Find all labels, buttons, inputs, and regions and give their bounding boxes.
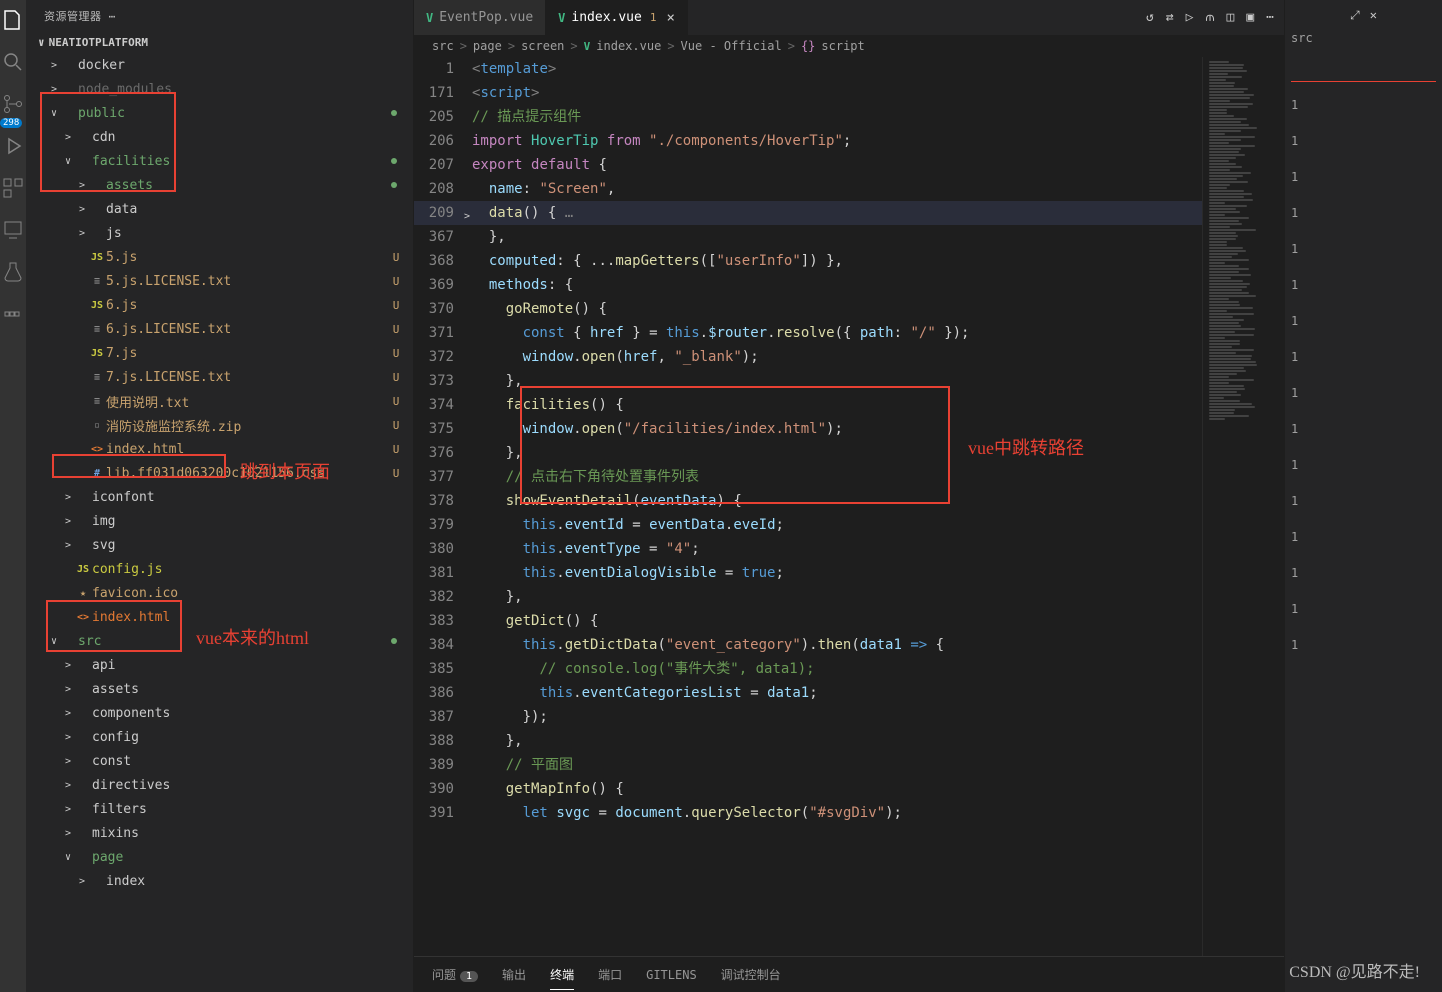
compare-icon[interactable]: ⇄ (1166, 10, 1174, 25)
tree-item[interactable]: ∨page (26, 845, 413, 869)
run-icon[interactable]: ▷ (1186, 10, 1194, 25)
tree-item[interactable]: ∨facilities (26, 149, 413, 173)
activity-bar (0, 0, 26, 992)
project-root[interactable]: ∨ NEATIOTPLATFORM (26, 32, 413, 53)
tree-item[interactable]: >api (26, 653, 413, 677)
tree-item[interactable]: >data (26, 197, 413, 221)
vue-icon: V (558, 11, 565, 25)
panel-tab[interactable]: 终端 (550, 960, 574, 990)
tree-item[interactable]: >iconfont (26, 485, 413, 509)
search-icon[interactable] (1, 50, 25, 74)
code-editor[interactable]: 1<template>171<script>205// 描点提示组件206imp… (414, 57, 1202, 956)
debug-icon[interactable] (1, 134, 25, 158)
tree-item[interactable]: <>index.htmlU (26, 437, 413, 461)
diff-icon[interactable]: ⫙ (1205, 10, 1214, 25)
tree-item[interactable]: ★favicon.ico (26, 581, 413, 605)
tree-item[interactable]: JS6.jsU (26, 293, 413, 317)
tree-item[interactable]: >index (26, 869, 413, 893)
test-icon[interactable] (1, 260, 25, 284)
tree-item[interactable]: >node_modules (26, 77, 413, 101)
layout-icon[interactable]: ▣ (1246, 10, 1254, 25)
tree-item[interactable]: JS5.jsU (26, 245, 413, 269)
panel-tab[interactable]: 问题1 (432, 960, 478, 989)
file-tree: >docker>node_modules∨public>cdn∨faciliti… (26, 53, 413, 992)
sidebar: 资源管理器 ⋯ ∨ NEATIOTPLATFORM >docker>node_m… (26, 0, 414, 992)
editor-tabs: VEventPop.vueVindex.vue1× ↺ ⇄ ▷ ⫙ ◫ ▣ ⋯ (414, 0, 1284, 35)
tree-item[interactable]: >cdn (26, 125, 413, 149)
history-icon[interactable]: ↺ (1146, 10, 1154, 25)
tree-item[interactable]: >components (26, 701, 413, 725)
tree-item[interactable]: ▫消防设施监控系统.zipU (26, 413, 413, 437)
tree-item[interactable]: #lib.ff031d063200c1021156.cssU (26, 461, 413, 485)
annotation-1: 跳到本页面 (240, 458, 330, 484)
extensions-icon[interactable] (1, 176, 25, 200)
docker-icon[interactable] (1, 302, 25, 326)
tree-item[interactable]: ≡使用说明.txtU (26, 389, 413, 413)
tree-item[interactable]: >docker (26, 53, 413, 77)
panel-tab[interactable]: 调试控制台 (721, 960, 781, 989)
panel-tab[interactable]: 输出 (502, 960, 526, 989)
tree-item[interactable]: >config (26, 725, 413, 749)
panel-tab[interactable]: 端口 (598, 960, 622, 989)
tree-item[interactable]: ∨public (26, 101, 413, 125)
right-panel: ⤢ ✕ src 1111111111111111 (1284, 0, 1442, 992)
chevron-down-icon: ∨ (38, 36, 45, 49)
editor-tab[interactable]: VEventPop.vue (414, 0, 546, 35)
tree-item[interactable]: >svg (26, 533, 413, 557)
tree-item[interactable]: >mixins (26, 821, 413, 845)
tree-item[interactable]: JSconfig.js (26, 557, 413, 581)
tree-item[interactable]: >filters (26, 797, 413, 821)
panel-tabs: 问题1 输出终端端口 GITLENS 调试控制台 (414, 956, 1284, 992)
close-icon[interactable]: ✕ (1370, 8, 1377, 23)
tree-item[interactable]: >assets (26, 677, 413, 701)
tree-item[interactable]: >directives (26, 773, 413, 797)
files-icon[interactable] (1, 8, 25, 32)
watermark: CSDN @见路不走! (1289, 958, 1420, 982)
annotation-3: vue中跳转路径 (968, 434, 1084, 460)
more-icon[interactable]: ⋯ (1266, 10, 1274, 25)
tree-item[interactable]: >const (26, 749, 413, 773)
expand-icon[interactable]: ⤢ (1350, 8, 1360, 23)
minimap[interactable] (1202, 57, 1284, 956)
editor-tab[interactable]: Vindex.vue1× (546, 0, 688, 35)
breadcrumb[interactable]: src>page>screen>Vindex.vue>Vue - Officia… (414, 35, 1284, 57)
panel-tab[interactable]: GITLENS (646, 962, 697, 988)
tree-item[interactable]: >assets (26, 173, 413, 197)
tree-item[interactable]: JS7.jsU (26, 341, 413, 365)
annotation-2: vue本来的html (196, 624, 309, 650)
remote-icon[interactable] (1, 218, 25, 242)
split-icon[interactable]: ◫ (1227, 10, 1235, 25)
tree-item[interactable]: >img (26, 509, 413, 533)
editor-main: VEventPop.vueVindex.vue1× ↺ ⇄ ▷ ⫙ ◫ ▣ ⋯ … (414, 0, 1284, 992)
close-icon[interactable]: × (666, 10, 674, 26)
tree-item[interactable]: >js (26, 221, 413, 245)
scm-badge: 298 (0, 118, 22, 128)
vue-icon: V (426, 11, 433, 25)
tree-item[interactable]: ≡7.js.LICENSE.txtU (26, 365, 413, 389)
sidebar-more-icon[interactable]: ⋯ (109, 10, 122, 23)
sidebar-title: 资源管理器 ⋯ (26, 0, 413, 32)
tree-item[interactable]: ≡5.js.LICENSE.txtU (26, 269, 413, 293)
source-control-icon[interactable] (1, 92, 25, 116)
editor-actions: ↺ ⇄ ▷ ⫙ ◫ ▣ ⋯ (1146, 0, 1284, 35)
tree-item[interactable]: ≡6.js.LICENSE.txtU (26, 317, 413, 341)
right-label: src (1291, 31, 1436, 45)
